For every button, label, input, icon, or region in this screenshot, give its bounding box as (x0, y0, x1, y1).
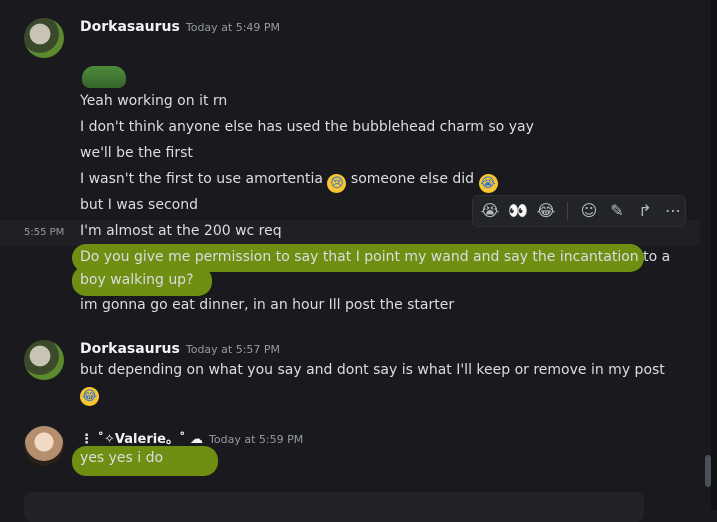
message-line: I don't think anyone else has used the b… (80, 119, 534, 135)
username-text[interactable]: Dorkasaurus (80, 19, 180, 35)
message-actions-toolbar: 😭 👀 😂 ☺ ✎ ↱ ⋯ (472, 195, 686, 227)
sticker-image (82, 66, 126, 88)
reaction-sob-button[interactable]: 😭 (479, 200, 501, 222)
laughing-emoji-icon: 😂 (80, 387, 99, 406)
avatar[interactable] (24, 340, 64, 380)
crying-emoji-icon: 😢 (327, 174, 347, 193)
message-text: I wasn't the first to use amortentia (80, 171, 324, 187)
message-line: I'm almost at the 200 wc req (80, 223, 282, 239)
message-line: boy walking up? (80, 272, 194, 288)
username[interactable]: ⋮ ˚✧Valerie。˚ ☁ Today at 5:59 PM (80, 428, 303, 447)
forward-icon[interactable]: ↱ (634, 200, 656, 222)
chat-messages: Dorkasaurus Today at 5:49 PM Yeah working… (0, 0, 700, 522)
message-line: im gonna go eat dinner, in an hour Ill p… (80, 297, 455, 313)
username[interactable]: Dorkasaurus Today at 5:57 PM (80, 341, 280, 357)
avatar[interactable] (24, 426, 64, 466)
message-line: we'll be the first (80, 145, 193, 161)
message-line: yes yes i do (80, 450, 164, 466)
side-timestamp: 5:55 PM (24, 227, 65, 238)
message-composer[interactable] (24, 492, 644, 522)
message-line: but I was second (80, 197, 198, 213)
message-line: 😂 (80, 384, 99, 406)
message-timestamp: Today at 5:59 PM (209, 433, 304, 446)
message-timestamp: Today at 5:57 PM (185, 343, 281, 356)
message-line: Do you give me permission to say that I … (80, 249, 671, 265)
sob-emoji-icon: 😭 (478, 174, 498, 193)
reaction-laugh-button[interactable]: 😂 (535, 200, 557, 222)
message-text: someone else did (350, 171, 475, 187)
message-line: I wasn't the first to use amortentia 😢 s… (80, 171, 498, 193)
avatar[interactable] (24, 18, 64, 58)
more-icon[interactable]: ⋯ (662, 200, 684, 222)
toolbar-divider (567, 202, 568, 220)
reaction-eyes-button[interactable]: 👀 (507, 200, 529, 222)
message-line: Yeah working on it rn (80, 93, 228, 109)
edit-icon[interactable]: ✎ (606, 200, 628, 222)
username[interactable]: Dorkasaurus Today at 5:49 PM (80, 19, 280, 35)
message-line: but depending on what you say and dont s… (80, 362, 665, 378)
window-edge (711, 0, 717, 510)
add-reaction-icon[interactable]: ☺ (578, 200, 600, 222)
message-timestamp: Today at 5:49 PM (185, 21, 281, 34)
username-text[interactable]: Dorkasaurus (80, 341, 180, 357)
username-text[interactable]: ⋮ ˚✧Valerie。˚ ☁ (80, 432, 203, 447)
